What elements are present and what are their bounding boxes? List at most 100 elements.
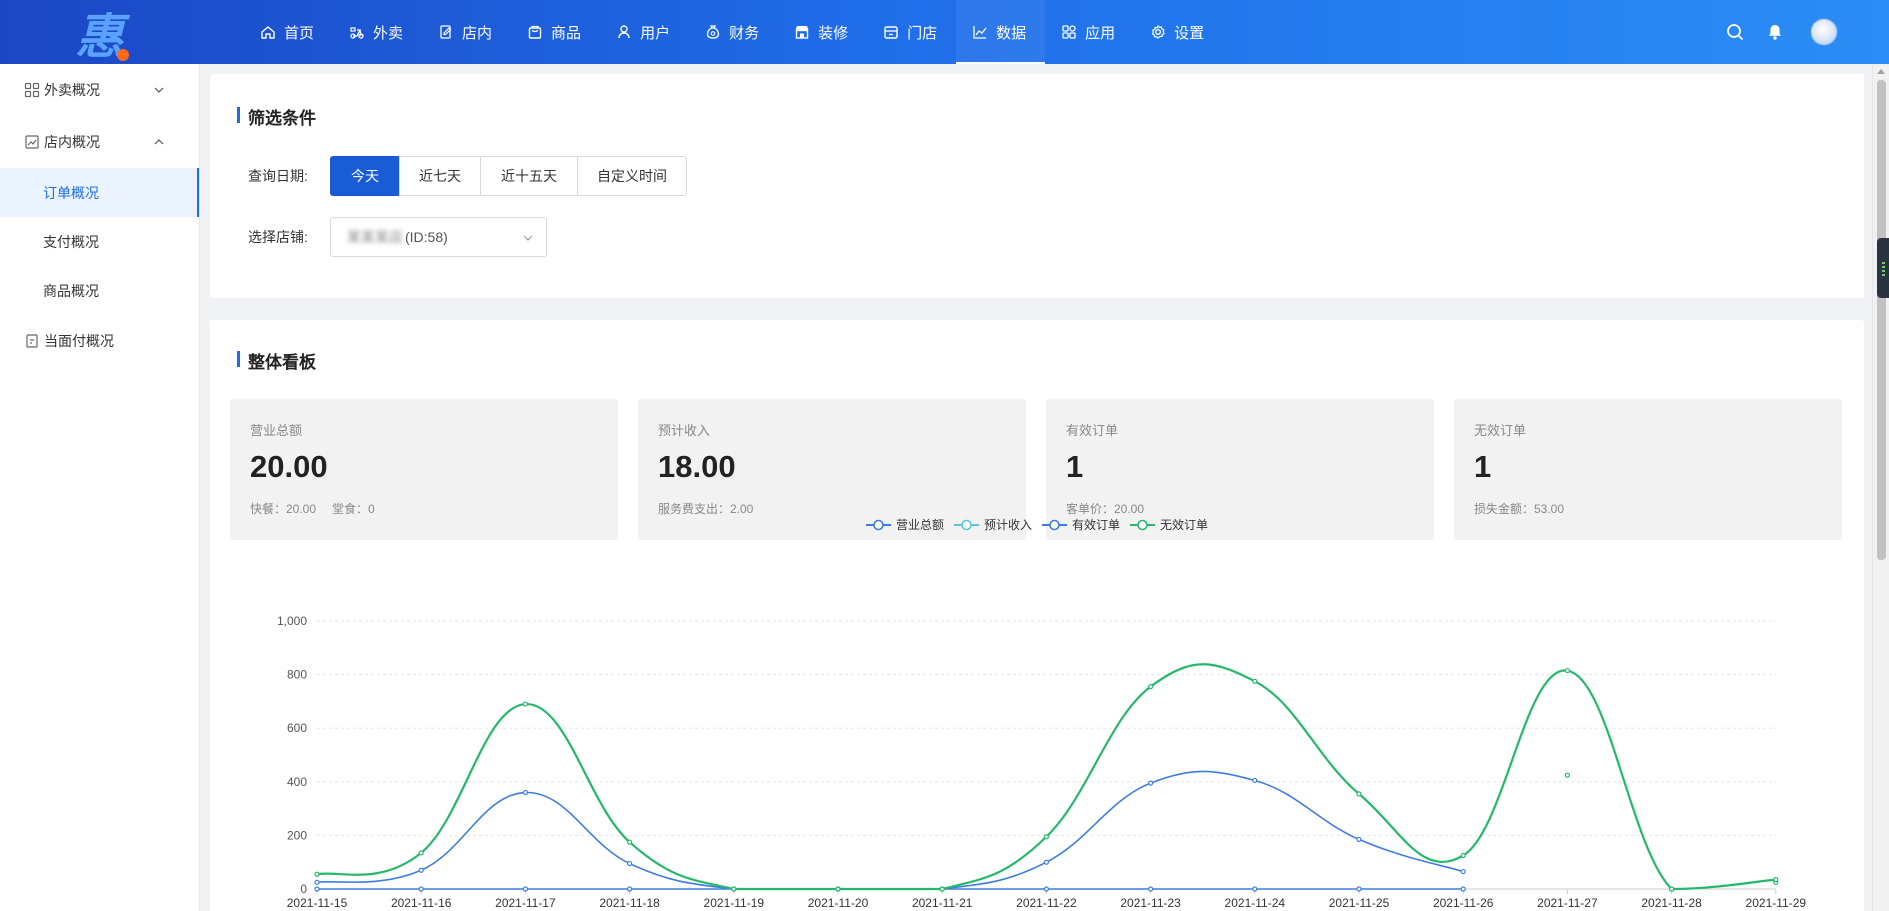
data-point [314,886,320,892]
nav-item-label: 商品 [551,24,582,42]
nav-item-0[interactable]: 首页 [244,0,333,64]
nav-item-label: 店内 [462,24,493,42]
data-point [418,850,424,856]
x-tick-label: 2021-11-16 [391,896,452,910]
store-id: (ID:58) [405,229,448,245]
data-point [1773,877,1779,883]
x-tick-label: 2021-11-22 [1016,896,1077,910]
doc-icon [26,334,38,348]
x-tick-label: 2021-11-17 [495,896,556,910]
series-line [316,663,1776,891]
y-tick-label: 0 [300,882,307,896]
data-point [1668,886,1675,892]
sidebar-group-1[interactable]: 店内概况 [0,116,199,168]
data-point [1147,684,1154,690]
data-point [1356,791,1362,797]
filter-card: 筛选条件 查询日期: 今天 近七天 近十五天 自定义时间 选择店铺: 某某某店 (ID… [210,74,1864,298]
user-icon [618,25,630,39]
data-point [1356,836,1362,843]
avatar[interactable] [1811,19,1837,45]
data-point [1252,678,1258,684]
chevron-up-icon [154,139,164,145]
data-point [939,886,945,892]
nav-item-7[interactable]: 门店 [867,0,956,64]
logo-mark: 惠 [75,0,129,67]
scroll-up-arrow[interactable] [1877,69,1885,74]
sidebar-item-1-0[interactable]: 订单概况 [0,168,199,217]
series-line [316,770,1464,890]
nav-item-6[interactable]: 装修 [778,0,867,64]
y-tick-label: 200 [287,828,307,842]
filter-title: 筛选条件 [237,104,316,129]
data-point [314,879,320,885]
x-tick-label: 2021-11-25 [1329,896,1390,910]
bell-icon[interactable] [1765,22,1785,42]
sidebar-item-1-1[interactable]: 支付概况 [0,217,199,266]
data-point [418,867,424,873]
x-tick-label: 2021-11-19 [704,896,765,910]
x-tick-label: 2021-11-20 [808,896,869,910]
store-icon [795,26,809,39]
data-point [418,886,424,892]
data-point [1460,886,1466,892]
x-tick-label: 2021-11-18 [599,896,660,910]
data-point [1043,834,1050,840]
logo[interactable]: 惠 [0,0,200,67]
sidebar-group-label: 外卖概况 [44,82,100,98]
overview-board-card: 整体看板 营业总额 20.00 快餐：20.00 堂食：0 预计收入 18.00 服务费支出… [210,320,1864,911]
shop-icon [884,26,898,39]
data-point [1147,780,1154,786]
date-option-button[interactable]: 自定义时间 [577,156,687,196]
chart-icon [973,26,987,39]
chart-box-icon [25,135,39,149]
x-tick-label: 2021-11-23 [1120,896,1181,910]
nav-item-4[interactable]: 用户 [600,0,689,64]
data-point [835,886,841,892]
nav-item-label: 用户 [640,24,671,42]
data-point [522,886,528,892]
nav-item-1[interactable]: 外卖 [333,0,422,64]
grid-icon [24,82,40,98]
nav-item-label: 外卖 [373,24,404,42]
sidebar-item-label: 订单概况 [43,184,99,201]
top-nav-bar: 惠 首页 外卖 店内 商品 用户 财务 装修 门店 数据 应用 设置 [0,0,1889,67]
side-handle[interactable] [1877,238,1889,298]
data-point [1460,852,1466,859]
data-point [522,789,528,796]
nav-item-8[interactable]: 数据 [956,0,1046,64]
nav-item-10[interactable]: 设置 [1134,0,1223,64]
search-icon[interactable] [1725,22,1745,42]
date-label: 查询日期: [248,168,308,184]
sidebar: 外卖概况店内概况订单概况支付概况 商品概况 当面付概况 [0,64,200,911]
gear-icon [1152,25,1165,39]
data-point [1356,886,1362,892]
x-tick-label: 2021-11-28 [1641,896,1702,910]
store-select[interactable]: 某某某店 (ID:58) [330,217,547,257]
date-option-button[interactable]: 近七天 [399,156,481,196]
sidebar-group-2[interactable]: 当面付概况 [0,315,199,367]
nav-item-5[interactable]: 财务 [689,0,778,64]
nav-item-label: 财务 [729,24,760,42]
sidebar-item-1-2[interactable]: 商品概况 [0,266,199,315]
chevron-down-icon [523,235,533,241]
data-point [1043,886,1050,892]
nav-item-9[interactable]: 应用 [1045,0,1134,64]
nav-item-2[interactable]: 店内 [422,0,511,64]
bag-icon [528,25,542,39]
nav-item-3[interactable]: 商品 [511,0,600,64]
date-option-button[interactable]: 近十五天 [480,156,578,196]
vertical-scrollbar[interactable] [1872,64,1889,911]
scroll-thumb[interactable] [1877,80,1886,560]
data-point [1252,777,1258,784]
nav-item-label: 数据 [996,24,1027,42]
y-tick-label: 600 [287,721,307,735]
date-option-button[interactable]: 今天 [330,156,400,196]
data-point [314,871,320,877]
money-bag-icon [706,25,720,39]
edit-icon [440,25,452,39]
data-point [522,701,528,707]
data-point [1252,886,1258,892]
data-point [627,886,633,892]
home-icon [261,26,275,39]
sidebar-group-0[interactable]: 外卖概况 [0,64,199,116]
